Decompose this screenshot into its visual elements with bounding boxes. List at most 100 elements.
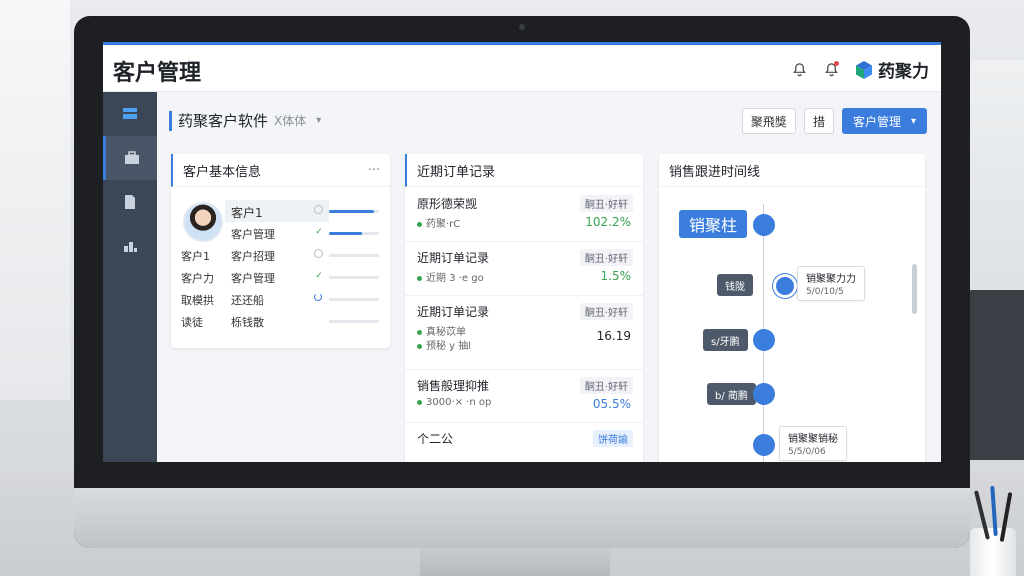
pending-icon [314, 249, 323, 258]
order-subtitle: 药聚·rC [417, 215, 460, 230]
briefcase-icon [124, 151, 139, 164]
sidebar-item-document[interactable] [103, 180, 157, 224]
webcam [519, 24, 525, 30]
info-value: 客户1 [231, 206, 263, 220]
order-item[interactable]: 个二公 饼荷諭 [405, 422, 643, 462]
info-key: 客户1 [181, 250, 210, 263]
timeline-label[interactable]: s/牙鹏 [703, 329, 748, 351]
order-item[interactable]: 原形德荣觊 酮丑·好轩 药聚·rC 102.2% [405, 187, 643, 242]
info-value: 客户招理 [231, 250, 275, 263]
brand: 药聚力 [854, 57, 929, 82]
toolbar-button-2[interactable]: 措 [803, 108, 834, 134]
order-title: 个二公 [417, 432, 454, 446]
toolbar: 聚飛獎 措 客户管理 ▾ [741, 108, 927, 134]
progress-track [329, 232, 379, 235]
order-tag[interactable]: 酮丑·好轩 [579, 303, 633, 320]
order-item[interactable]: 近期订单记录 酮丑·好轩 近期 3 ·e go 1.5% [405, 241, 643, 296]
subheader-muted: X体体 [274, 114, 307, 128]
timeline-event-box[interactable]: 销聚聚销秘 5/5/0/06 [779, 426, 847, 461]
timeline-node[interactable] [753, 383, 775, 405]
event-title: 销聚聚力力 [806, 274, 856, 285]
brand-logo-icon [854, 60, 874, 80]
check-icon: ✓ [315, 227, 323, 237]
order-tag[interactable]: 饼荷諭 [593, 430, 633, 447]
order-subtitle: 3000·× ·n op [417, 397, 491, 408]
card-title: 客户基本信息 [183, 164, 262, 180]
order-value: 05.5% [592, 397, 631, 411]
progress-track [329, 320, 379, 323]
sidebar-item-chart[interactable] [103, 224, 157, 268]
monitor-chin [74, 488, 970, 548]
order-item[interactable]: 销售般理抑推 酮丑·好轩 3000·× ·n op 05.5% [405, 369, 643, 423]
brand-name: 药聚力 [878, 62, 929, 82]
event-meta: 5/0/10/5 [806, 287, 844, 297]
timeline-event-box[interactable]: 销聚聚力力 5/0/10/5 [797, 266, 865, 301]
customer-manage-label: 客户管理 [852, 114, 901, 129]
order-tag[interactable]: 酮丑·好轩 [579, 195, 633, 212]
order-subtitle-text: 药聚·rC [426, 219, 461, 230]
status-dot [417, 275, 422, 281]
more-icon[interactable]: ··· [368, 163, 380, 178]
progress-track [329, 254, 379, 257]
notification-bell-icon[interactable] [822, 60, 840, 79]
order-item[interactable]: 近期订单记录 酮丑·好轩 真秘苡单 预秘 y 抽l 16.19 [405, 295, 643, 370]
event-title: 销聚聚销秘 [788, 434, 838, 445]
order-tag[interactable]: 酮丑·好轩 [579, 377, 633, 394]
info-value: 还还船 [231, 294, 264, 307]
card-title: 近期订单记录 [417, 164, 496, 180]
info-key: 读徒 [181, 316, 203, 329]
bell-icon[interactable] [790, 61, 808, 79]
breadcrumb: 药聚客户软件 X体体 ▾ [169, 110, 321, 131]
background-window [0, 0, 70, 400]
timeline-main-label[interactable]: 销聚柱 [679, 210, 748, 238]
status-dot [417, 343, 422, 349]
card-title: 销售跟进时间线 [669, 164, 761, 180]
info-value: 客户管理 [231, 272, 275, 285]
subheader-title: 药聚客户软件 [178, 112, 269, 130]
timeline-node-active[interactable] [773, 274, 797, 298]
background-chair [962, 290, 1024, 460]
order-title: 近期订单记录 [417, 305, 490, 319]
loading-icon [314, 293, 322, 301]
timeline-node[interactable] [753, 329, 775, 351]
order-subtitle-2: 预秘 y 抽l [417, 337, 471, 352]
order-title: 销售般理抑推 [417, 379, 490, 393]
status-dot [417, 329, 422, 335]
order-tag[interactable]: 酮丑·好轩 [579, 249, 633, 266]
chart-icon [124, 242, 137, 252]
sidebar-item-layers[interactable] [103, 92, 157, 136]
info-value: 栎钱散 [231, 316, 264, 329]
timeline-node[interactable] [753, 434, 775, 456]
timeline-label[interactable]: 钱陇 [717, 274, 753, 296]
app-screen: 客户管理 药聚力 药聚客户软件 X体体 ▾ 聚飛獎 措 客户管理 ▾ 客户基本信… [103, 42, 941, 462]
order-subtitle-text: 近期 3 ·e go [426, 273, 484, 284]
progress-fill [329, 210, 374, 213]
customer-info-card: 客户基本信息 ··· 客户1 客户管理 ✓ 客户1 客户招理 客户力 客户管理 ✓ 取模拱 还还船… [171, 154, 390, 348]
info-key: 客户力 [181, 272, 214, 285]
status-empty [314, 315, 324, 325]
card-header: 销售跟进时间线 [659, 154, 925, 187]
timeline-node[interactable] [753, 214, 775, 236]
order-subtitle-text: 3000·× ·n op [426, 397, 492, 408]
order-subtitle-2-text: 预秘 y 抽l [426, 341, 472, 352]
customer-manage-button[interactable]: 客户管理 ▾ [841, 108, 927, 134]
order-value: 16.19 [596, 329, 631, 343]
info-value: 客户管理 [231, 228, 275, 241]
page-title: 客户管理 [113, 61, 202, 86]
chevron-down-icon: ▾ [910, 115, 916, 127]
toolbar-button-1[interactable]: 聚飛獎 [741, 108, 796, 134]
timeline-label[interactable]: b/ 蔺鹏 [707, 383, 756, 405]
status-dot [417, 221, 422, 227]
order-title: 近期订单记录 [417, 251, 490, 265]
order-subtitle: 近期 3 ·e go [417, 269, 484, 284]
progress-fill [329, 232, 362, 235]
info-key: 取模拱 [181, 294, 214, 307]
layers-icon [123, 108, 137, 119]
top-bar: 客户管理 药聚力 [103, 42, 941, 92]
scrollbar[interactable] [912, 264, 917, 314]
sidebar-item-briefcase[interactable] [103, 136, 157, 180]
sidebar [103, 92, 157, 462]
chevron-down-icon[interactable]: ▾ [316, 115, 321, 126]
card-header: 近期订单记录 [405, 154, 643, 187]
order-value: 102.2% [585, 215, 631, 229]
